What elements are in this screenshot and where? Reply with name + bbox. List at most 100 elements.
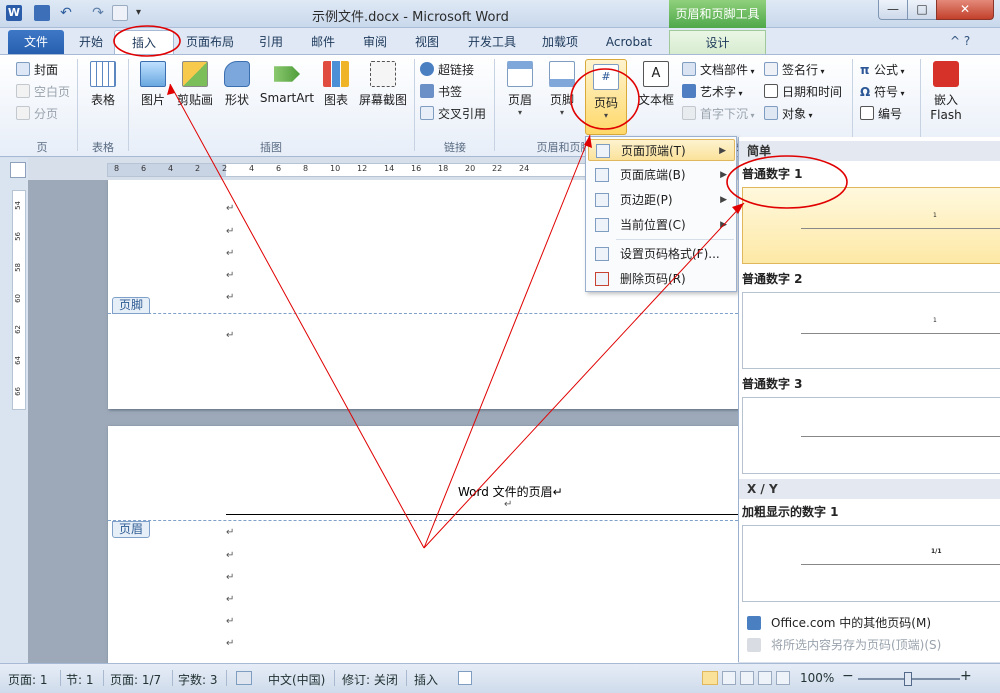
dropcap-button[interactable]: 首字下沉 ▾ [682, 105, 755, 122]
menu-item-format-page-numbers[interactable]: 设置页码格式(F)... [588, 243, 735, 265]
print-preview-icon[interactable] [112, 5, 128, 21]
status-language[interactable]: 中文(中国) [268, 671, 325, 688]
menu-item-top-of-page[interactable]: 页面顶端(T) ▶ [588, 139, 735, 161]
status-page[interactable]: 页面: 1 [8, 671, 48, 688]
tab-file[interactable]: 文件 [8, 30, 64, 54]
status-word-count[interactable]: 字数: 3 [178, 671, 218, 688]
status-page-of[interactable]: 页面: 1/7 [110, 671, 161, 688]
signature-line-button[interactable]: 签名行 ▾ [764, 61, 825, 78]
wordart-button[interactable]: 艺术字 ▾ [682, 83, 743, 100]
draft-view-icon[interactable] [776, 671, 790, 685]
zoom-slider-thumb[interactable] [904, 672, 912, 686]
web-layout-view-icon[interactable] [740, 671, 754, 685]
hyperlink-button[interactable]: 超链接 [420, 61, 474, 78]
maximize-button[interactable]: □ [907, 0, 937, 20]
tab-home[interactable]: 开始 [76, 30, 106, 54]
tab-view[interactable]: 视图 [410, 30, 444, 54]
zoom-in-icon[interactable]: + [960, 668, 972, 684]
page-break-button[interactable]: 分页 [16, 105, 58, 122]
minimize-button[interactable]: — [878, 0, 908, 20]
quick-parts-button[interactable]: 文档部件 ▾ [682, 61, 755, 78]
screenshot-icon [370, 61, 396, 87]
paragraph-mark: ↵ [226, 270, 235, 281]
zoom-out-icon[interactable]: − [842, 668, 854, 684]
smartart-button[interactable]: SmartArt [258, 61, 316, 105]
macro-record-icon[interactable] [458, 671, 472, 685]
object-button[interactable]: 对象 ▾ [764, 105, 813, 122]
document-page[interactable]: Word 文件的页眉↵ ↵ 页眉 ↵ ↵ ↵ ↵ ↵ ↵ [108, 426, 738, 663]
picture-button[interactable]: 图片 [136, 61, 170, 108]
paragraph-mark: ↵ [226, 638, 235, 649]
shapes-button[interactable]: 形状 [222, 61, 252, 108]
submenu-arrow-icon: ▶ [719, 146, 726, 156]
vertical-ruler[interactable]: 54 56 58 60 62 64 66 [12, 190, 26, 410]
customize-qat-icon[interactable]: ▾ [136, 5, 152, 21]
page-number-button[interactable]: # 页码 ▾ [585, 59, 627, 135]
cover-page-button[interactable]: 封面 [16, 61, 58, 78]
print-layout-view-icon[interactable] [702, 671, 718, 685]
screenshot-button[interactable]: 屏幕截图 [356, 61, 410, 108]
tab-mailings[interactable]: 邮件 [306, 30, 340, 54]
menu-item-page-margins[interactable]: 页边距(P) ▶ [588, 189, 735, 211]
ruler-tick-label: 4 [249, 164, 255, 173]
footer-button[interactable]: 页脚 ▾ [544, 61, 580, 117]
redo-icon[interactable]: ↷ [90, 5, 106, 21]
menu-item-remove-page-numbers[interactable]: 删除页码(R) [588, 268, 735, 290]
word-logo-icon[interactable]: W [6, 5, 22, 21]
symbol-button[interactable]: Ω 符号 ▾ [860, 83, 905, 100]
save-selection-to-gallery[interactable]: 将所选内容另存为页码(顶端)(S) [743, 635, 997, 655]
date-time-button[interactable]: 日期和时间 [764, 83, 842, 100]
proofing-icon[interactable] [236, 671, 252, 685]
textbox-button[interactable]: A 文本框 [636, 61, 676, 108]
gallery-item-plain-number-2[interactable]: 1 [742, 292, 1000, 369]
tab-addins[interactable]: 加载项 [538, 30, 582, 54]
format-page-numbers-icon [595, 247, 609, 261]
menu-item-bottom-of-page[interactable]: 页面底端(B) ▶ [588, 164, 735, 186]
zoom-level[interactable]: 100% [800, 671, 834, 685]
tab-acrobat[interactable]: Acrobat [600, 30, 658, 54]
more-page-numbers-office-com[interactable]: Office.com 中的其他页码(M) [743, 613, 997, 633]
clipart-button[interactable]: 剪贴画 [174, 61, 216, 108]
ruler-tick-label: 2 [222, 164, 228, 173]
gallery-item-bold-number-1[interactable]: 1/1 [742, 525, 1000, 602]
embed-flash-button[interactable]: 嵌入 Flash [926, 61, 966, 122]
gallery-item-plain-number-1[interactable]: 1 [742, 187, 1000, 264]
menu-item-current-position[interactable]: 当前位置(C) ▶ [588, 214, 735, 236]
group-separator [414, 59, 415, 151]
ruler-tick-label: 14 [384, 164, 395, 173]
header-tag: 页眉 [112, 521, 151, 538]
status-section[interactable]: 节: 1 [66, 671, 94, 688]
outline-view-icon[interactable] [758, 671, 772, 685]
tab-developer[interactable]: 开发工具 [462, 30, 522, 54]
menu-separator [616, 239, 734, 240]
chart-icon [323, 61, 349, 87]
header-text[interactable]: Word 文件的页眉↵ [458, 483, 563, 500]
save-icon[interactable] [34, 5, 50, 21]
help-icon[interactable]: ^ ? [950, 34, 970, 48]
numbering-button[interactable]: 编号 [860, 105, 902, 122]
table-button[interactable]: 表格 [84, 61, 122, 108]
header-button[interactable]: 页眉 ▾ [500, 61, 540, 117]
tab-insert[interactable]: 插入 [114, 30, 174, 54]
undo-icon[interactable]: ↶ [58, 5, 74, 21]
full-screen-view-icon[interactable] [722, 671, 736, 685]
status-track-changes[interactable]: 修订: 关闭 [342, 671, 398, 688]
signature-line-icon [764, 62, 778, 76]
gallery-item-plain-number-3[interactable] [742, 397, 1000, 474]
chart-button[interactable]: 图表 [320, 61, 352, 108]
cross-reference-button[interactable]: 交叉引用 [420, 105, 486, 122]
tab-selector-icon[interactable] [10, 162, 26, 178]
blank-page-button[interactable]: 空白页 [16, 83, 70, 100]
paragraph-mark: ↵ [226, 248, 235, 259]
status-insert-mode[interactable]: 插入 [414, 671, 438, 688]
equation-button[interactable]: π 公式 ▾ [860, 61, 905, 78]
tab-page-layout[interactable]: 页面布局 [182, 30, 238, 54]
textbox-icon: A [643, 61, 669, 87]
close-button[interactable]: ✕ [936, 0, 994, 20]
bookmark-button[interactable]: 书签 [420, 83, 462, 100]
tab-references[interactable]: 引用 [254, 30, 288, 54]
tab-review[interactable]: 审阅 [358, 30, 392, 54]
gallery-category-simple: 简单 [739, 141, 1000, 161]
picture-icon [140, 61, 166, 87]
tab-design[interactable]: 设计 [669, 30, 766, 54]
